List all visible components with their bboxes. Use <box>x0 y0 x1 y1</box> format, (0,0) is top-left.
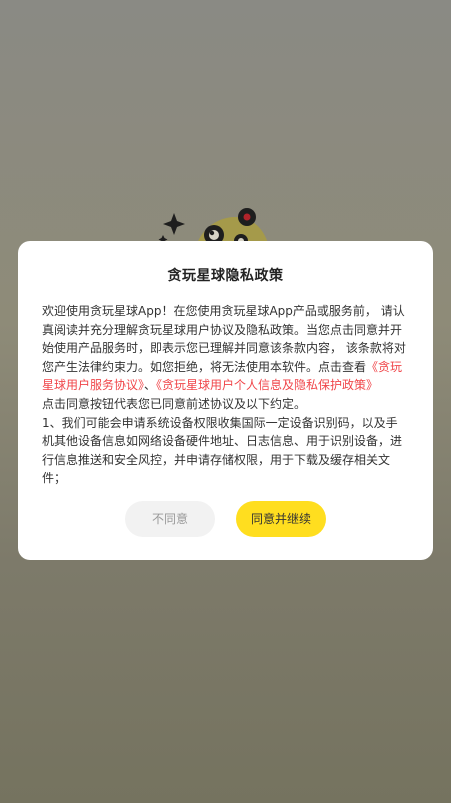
dialog-title: 贪玩星球隐私政策 <box>167 268 284 284</box>
body-intro-text: 欢迎使用贪玩星球App！在您使用贪玩星球App产品或服务前， 请认真阅读并充分理… <box>42 304 406 374</box>
body-clause-1: 1、我们可能会申请系统设备权限收集国际一定设备识别码，以及手机其他设备信息如网络… <box>42 415 403 486</box>
link-separator: 、 <box>144 378 157 393</box>
dialog-body: 欢迎使用贪玩星球App！在您使用贪玩星球App产品或服务前， 请认真阅读并充分理… <box>42 302 409 488</box>
body-consent-text: 点击同意按钮代表您已同意前述协议及以下约定。 <box>42 396 307 411</box>
agree-and-continue-button[interactable]: 同意并继续 <box>236 501 326 537</box>
privacy-policy-link[interactable]: 《贪玩星球用户个人信息及隐私保护政策》 <box>156 378 378 392</box>
disagree-button[interactable]: 不同意 <box>125 501 215 537</box>
privacy-policy-dialog: 贪玩星球隐私政策 欢迎使用贪玩星球App！在您使用贪玩星球App产品或服务前， … <box>18 241 433 560</box>
